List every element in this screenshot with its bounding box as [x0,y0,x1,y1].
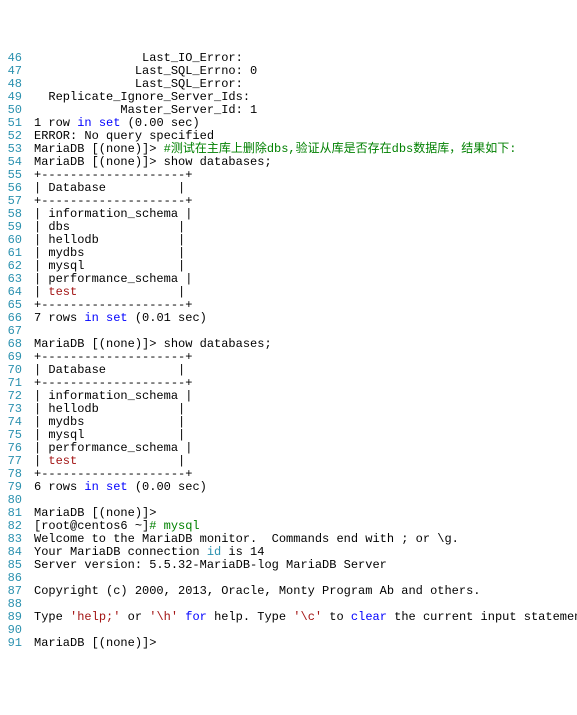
code-token: is 14 [221,545,264,559]
code-editor: 46 Last_IO_Error:47 Last_SQL_Errno: 048 … [0,52,577,650]
code-token: clear [351,610,387,624]
code-token: | hellodb | [34,402,185,416]
line-number: 89 [0,611,26,624]
code-token: MariaDB [(none)]> [34,636,156,650]
code-token: +--------------------+ [34,298,192,312]
code-token: help. Type [207,610,293,624]
code-token: '\h' [149,610,178,624]
code-token [34,493,41,507]
code-token [99,480,106,494]
code-token: +--------------------+ [34,194,192,208]
code-token: set [99,116,121,130]
line-content: 6 rows in set (0.00 sec) [26,481,577,494]
code-token: | mydbs | [34,246,185,260]
code-line: 667 rows in set (0.01 sec) [0,312,577,325]
code-token: Copyright (c) 2000, 2013, Oracle, Monty … [34,584,480,598]
code-token: | dbs | [34,220,185,234]
code-token: MariaDB [(none)]> show databases; [34,337,272,351]
code-token: MariaDB [(none)]> [34,142,164,156]
code-token: 'help;' [70,610,120,624]
code-token: MariaDB [(none)]> [34,506,156,520]
line-content: 7 rows in set (0.01 sec) [26,312,577,325]
code-token: +--------------------+ [34,467,192,481]
code-line: 796 rows in set (0.00 sec) [0,481,577,494]
code-token: (0.00 sec) [120,116,199,130]
code-token: in [77,116,91,130]
code-token: 7 rows [34,311,84,325]
code-token [34,623,41,637]
code-token [34,597,41,611]
code-token: 6 rows [34,480,84,494]
code-token: '\c' [293,610,322,624]
code-line: 91 MariaDB [(none)]> [0,637,577,650]
code-token [34,324,41,338]
code-token: or [120,610,149,624]
code-token: | mysql | [34,259,185,273]
code-token: Last_SQL_Error: [34,77,243,91]
code-token: (0.01 sec) [128,311,207,325]
code-token: +--------------------+ [34,376,192,390]
code-token: Your MariaDB connection [34,545,207,559]
code-token: Master_Server_Id: 1 [34,103,257,117]
code-token: | [77,454,185,468]
code-token: | information_schema | [34,389,192,403]
code-token: for [185,610,207,624]
code-token: 1 row [34,116,77,130]
code-token: test [48,285,77,299]
line-number: 91 [0,637,26,650]
code-token: Server version: 5.5.32-MariaDB-log Maria… [34,558,387,572]
code-token: | mysql | [34,428,185,442]
code-token: (0.00 sec) [128,480,207,494]
code-token: +--------------------+ [34,350,192,364]
code-token: Last_IO_Error: [34,51,243,65]
code-token: | performance_schema | [34,441,192,455]
code-token: | [34,285,48,299]
code-token: # mysql [149,519,199,533]
code-token: to [322,610,351,624]
code-token [178,610,185,624]
code-token: Type [34,610,70,624]
code-token: | information_schema | [34,207,192,221]
code-token: Replicate_Ignore_Server_Ids: [34,90,250,104]
code-token: | performance_schema | [34,272,192,286]
code-line: 85Server version: 5.5.32-MariaDB-log Mar… [0,559,577,572]
code-token: #测试在主库上删除dbs,验证从库是否存在dbs数据库，结果如下: [164,142,517,156]
code-token: | [34,454,48,468]
code-token: ERROR: No query specified [34,129,214,143]
code-token: MariaDB [(none)]> show databases; [34,155,272,169]
code-token: | [77,285,185,299]
code-token [99,311,106,325]
code-token: in [84,311,98,325]
code-token: set [106,311,128,325]
code-token [92,116,99,130]
code-token: [root@centos6 ~] [34,519,149,533]
code-token: | hellodb | [34,233,185,247]
line-content: MariaDB [(none)]> [26,637,577,650]
line-content: Copyright (c) 2000, 2013, Oracle, Monty … [26,585,577,598]
line-number: 88 [0,598,26,611]
code-token [34,571,41,585]
line-number: 90 [0,624,26,637]
code-token: in [84,480,98,494]
code-token: | mydbs | [34,415,185,429]
code-token: | Database | [34,363,185,377]
code-token: test [48,454,77,468]
code-token: Last_SQL_Errno: 0 [34,64,257,78]
line-content: Server version: 5.5.32-MariaDB-log Maria… [26,559,577,572]
code-line: 89Type 'help;' or '\h' for help. Type '\… [0,611,577,624]
line-content: Type 'help;' or '\h' for help. Type '\c'… [26,611,577,624]
code-token: the current input statement [387,610,577,624]
code-token: Welcome to the MariaDB monitor. Commands… [34,532,459,546]
code-token: id [207,545,221,559]
code-token: +--------------------+ [34,168,192,182]
code-token: | Database | [34,181,185,195]
code-token: set [106,480,128,494]
code-line: 87Copyright (c) 2000, 2013, Oracle, Mont… [0,585,577,598]
